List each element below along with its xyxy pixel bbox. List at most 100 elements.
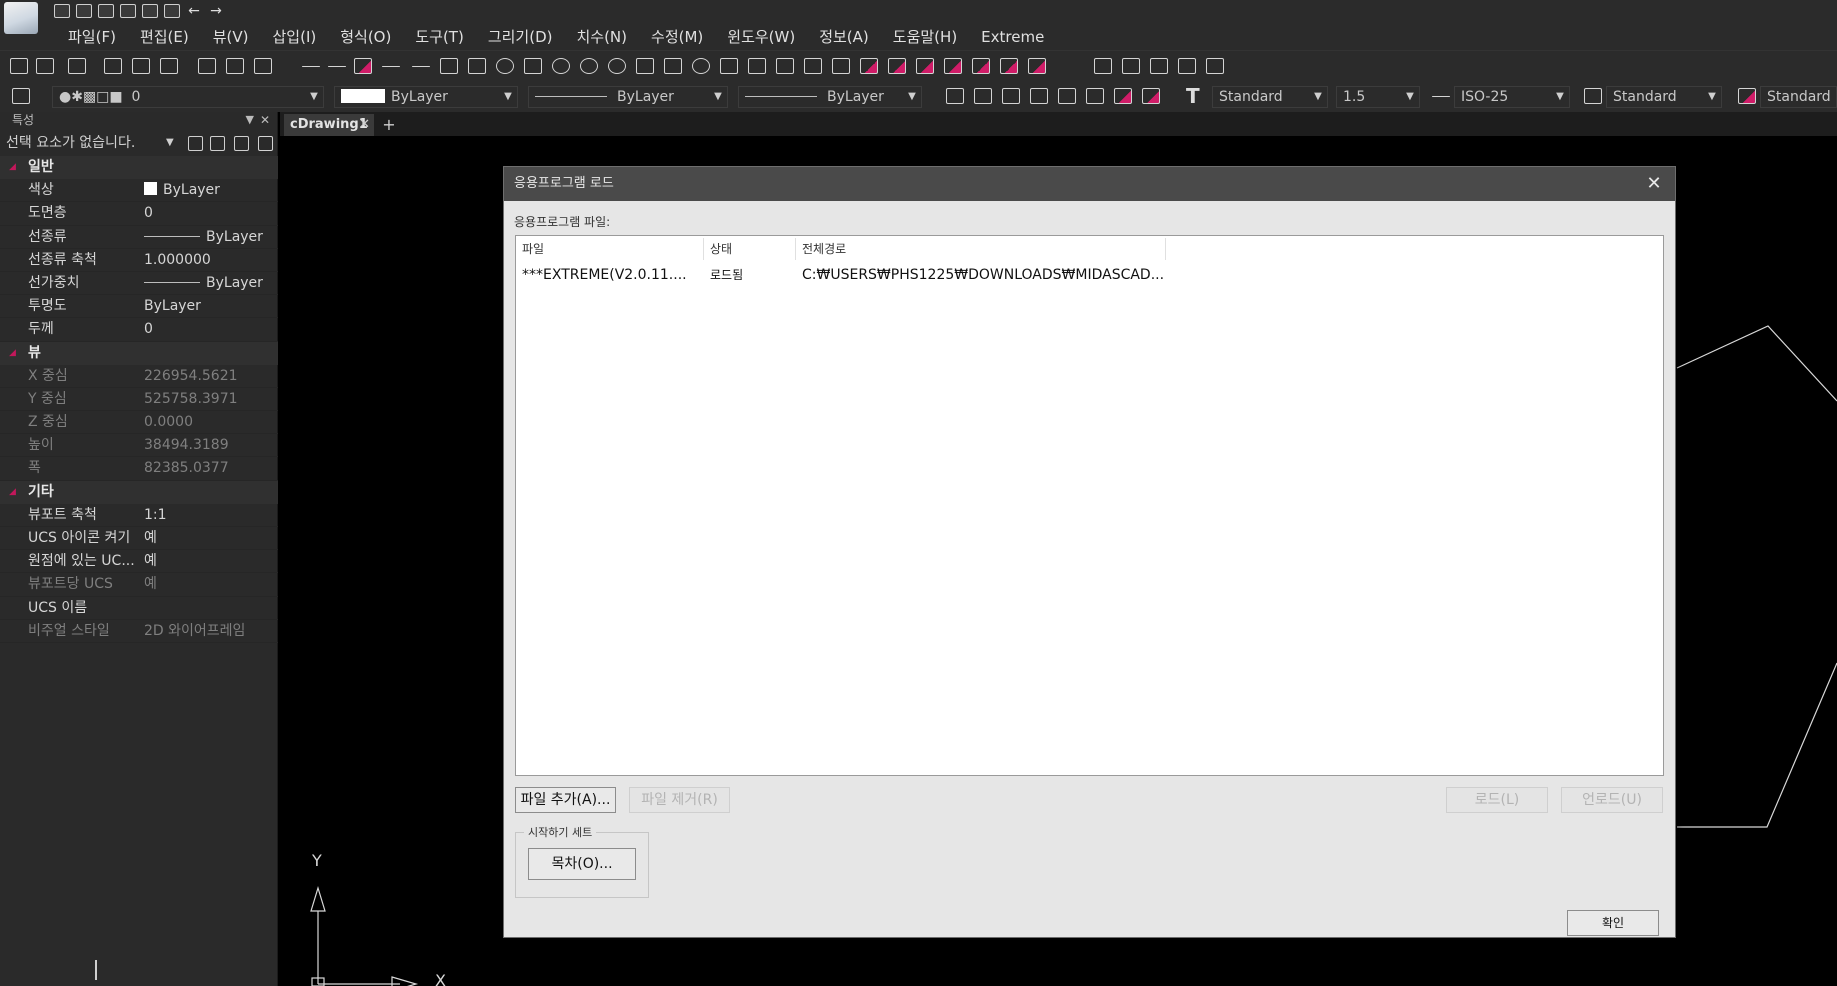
layer-tool-icon[interactable]	[1112, 86, 1134, 106]
column-header-path[interactable]: 전체경로	[796, 238, 1166, 260]
table-style-combo[interactable]: Standard ▼	[1606, 86, 1722, 108]
selection-dropdown[interactable]: 선택 요소가 없습니다. ▼	[0, 132, 278, 154]
layer-tool-icon[interactable]	[1084, 86, 1106, 106]
point-icon[interactable]	[942, 56, 964, 76]
unload-button[interactable]: 언로드(U)	[1561, 787, 1663, 813]
new-tab-icon[interactable]: +	[380, 114, 398, 136]
multileader-style-combo[interactable]: Standard	[1760, 86, 1837, 108]
ok-button[interactable]: 확인	[1567, 910, 1659, 936]
property-row[interactable]: 색상 ByLayer	[0, 179, 278, 203]
menu-modify[interactable]: 수정(M)	[639, 26, 715, 48]
hyperlink-icon[interactable]	[1204, 56, 1226, 76]
menu-tools[interactable]: 도구(T)	[403, 26, 475, 48]
layer-tool-icon[interactable]	[1056, 86, 1078, 106]
menu-insert[interactable]: 삽입(I)	[261, 26, 329, 48]
menu-extreme[interactable]: Extreme	[969, 26, 1056, 48]
layer-tool-icon[interactable]	[8, 56, 30, 76]
redo-icon[interactable]: →	[208, 4, 224, 18]
remove-file-button[interactable]: 파일 제거(R)	[629, 787, 730, 813]
match-layer-icon[interactable]	[196, 56, 218, 76]
property-row[interactable]: UCS 아이콘 켜기 예	[0, 527, 278, 551]
menu-format[interactable]: 형식(O)	[328, 26, 403, 48]
donut-icon[interactable]	[606, 56, 628, 76]
revision-cloud-icon[interactable]	[662, 56, 684, 76]
dim-style-combo[interactable]: ISO-25 ▼	[1454, 86, 1570, 108]
layer-combo[interactable]: ●✱▩□■ 0 ▼	[52, 86, 324, 108]
menu-file[interactable]: 파일(F)	[56, 26, 128, 48]
layer-tool-icon[interactable]	[1000, 86, 1022, 106]
text-style-icon[interactable]: T	[1186, 86, 1208, 106]
menu-edit[interactable]: 편집(E)	[128, 26, 201, 48]
application-file-list[interactable]: 파일 상태 전체경로 ***EXTREME(V2.0.11.... 로드됨 C:…	[515, 235, 1664, 776]
parallel-line-icon[interactable]	[380, 56, 402, 76]
polyline-icon[interactable]	[466, 56, 488, 76]
property-row[interactable]: 원점에 있는 UC... 예	[0, 550, 278, 574]
select-objects-icon[interactable]	[210, 136, 225, 151]
contents-button[interactable]: 목차(O)...	[528, 848, 636, 880]
dialog-title-bar[interactable]: 응용프로그램 로드 ✕	[504, 167, 1675, 201]
layer-tool-icon[interactable]	[944, 86, 966, 106]
boundary-icon[interactable]	[830, 56, 852, 76]
load-button[interactable]: 로드(L)	[1446, 787, 1548, 813]
arc-icon[interactable]	[550, 56, 572, 76]
column-header-status[interactable]: 상태	[704, 238, 796, 260]
layer-tool-icon[interactable]	[34, 56, 56, 76]
property-row[interactable]: 두께 0	[0, 318, 278, 342]
layer-tool-icon[interactable]	[1140, 86, 1162, 106]
double-line-icon[interactable]	[326, 56, 348, 76]
text-style-combo[interactable]: Standard ▼	[1212, 86, 1328, 108]
layer-state-icon[interactable]	[224, 56, 246, 76]
block-write-icon[interactable]	[914, 56, 936, 76]
print-icon[interactable]	[142, 4, 158, 18]
line-icon[interactable]	[300, 56, 322, 76]
match-properties-icon[interactable]	[258, 136, 273, 151]
property-row[interactable]: 선종류 ByLayer	[0, 226, 278, 249]
dimension-line-icon[interactable]	[410, 56, 432, 76]
menu-dimension[interactable]: 치수(N)	[564, 26, 639, 48]
property-row[interactable]: 투명도 ByLayer	[0, 295, 278, 319]
plot-icon[interactable]	[164, 4, 180, 18]
polygon-icon[interactable]	[494, 56, 516, 76]
block-create-icon[interactable]	[886, 56, 908, 76]
save-as-icon[interactable]	[120, 4, 136, 18]
quick-select-icon[interactable]	[188, 136, 203, 151]
color-combo[interactable]: ByLayer ▼	[334, 86, 518, 108]
property-row[interactable]: 뷰포트 축척 1:1	[0, 504, 278, 527]
pickadd-icon[interactable]	[234, 136, 249, 151]
insert-image-icon[interactable]	[1092, 56, 1114, 76]
section-misc[interactable]: ◢ 기타	[0, 480, 278, 504]
menu-draw[interactable]: 그리기(D)	[476, 26, 565, 48]
solid-fill-icon[interactable]	[718, 56, 740, 76]
curve-icon[interactable]	[634, 56, 656, 76]
block-insert-icon[interactable]	[858, 56, 880, 76]
insert-field-icon[interactable]	[1176, 56, 1198, 76]
multiline-icon[interactable]	[352, 56, 374, 76]
layer-tool-icon[interactable]	[1028, 86, 1050, 106]
region-icon[interactable]	[802, 56, 824, 76]
list-item[interactable]: ***EXTREME(V2.0.11.... 로드됨 C:₩USERS₩PHS1…	[516, 264, 1665, 286]
property-row[interactable]: 선가중치 ByLayer	[0, 272, 278, 296]
layer-walk-icon[interactable]	[158, 56, 180, 76]
menu-help[interactable]: 도움말(H)	[881, 26, 969, 48]
layer-manager-icon[interactable]	[10, 86, 32, 106]
tab-drawing[interactable]: cDrawing1 ✕	[284, 114, 374, 136]
text-height-combo[interactable]: 1.5 ▼	[1336, 86, 1420, 108]
layer-lock-icon[interactable]	[130, 56, 152, 76]
menu-info[interactable]: 정보(A)	[807, 26, 881, 48]
property-row[interactable]: 선종류 축척 1.000000	[0, 249, 278, 272]
layer-freeze-icon[interactable]	[102, 56, 124, 76]
divide-icon[interactable]	[970, 56, 992, 76]
table-style-icon[interactable]	[1582, 86, 1604, 106]
app-logo-icon[interactable]	[4, 2, 38, 34]
rectangle-icon[interactable]	[522, 56, 544, 76]
section-general[interactable]: ◢ 일반	[0, 156, 278, 180]
multileader-style-icon[interactable]	[1736, 86, 1758, 106]
gradient-icon[interactable]	[774, 56, 796, 76]
snap-icon[interactable]	[1026, 56, 1048, 76]
open-folder-icon[interactable]	[76, 4, 92, 18]
circle-center-icon[interactable]	[578, 56, 600, 76]
section-view[interactable]: ◢ 뷰	[0, 341, 278, 365]
close-icon[interactable]: ✕	[359, 114, 370, 136]
insert-ole-icon[interactable]	[1148, 56, 1170, 76]
ellipse-icon[interactable]	[690, 56, 712, 76]
